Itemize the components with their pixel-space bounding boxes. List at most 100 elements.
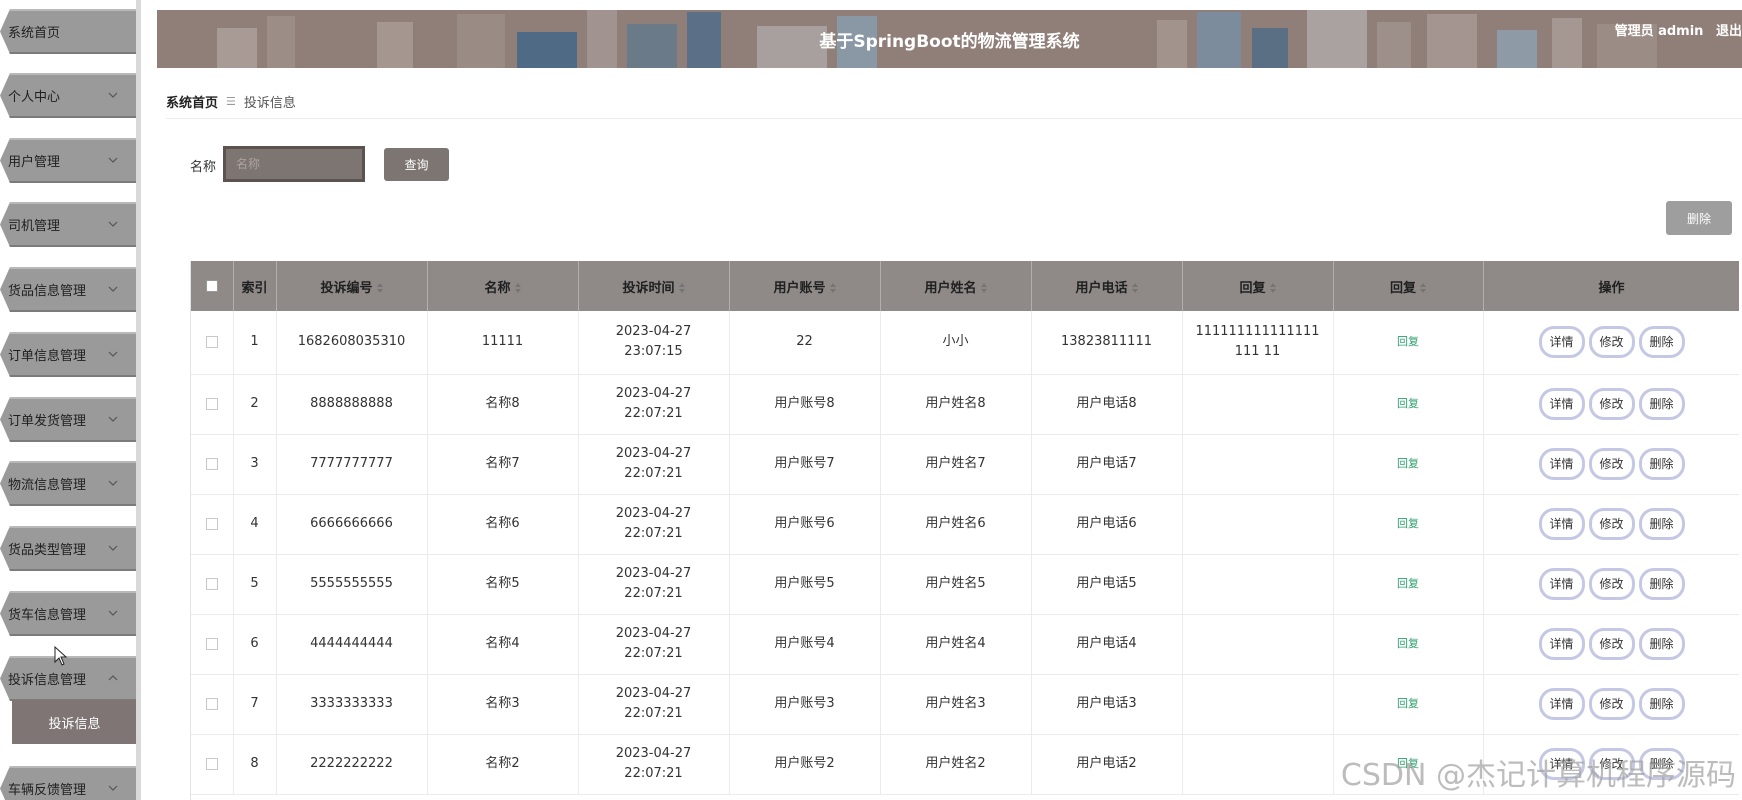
edit-button[interactable]: 修改 (1588, 388, 1635, 420)
search-name-input[interactable] (223, 146, 365, 182)
sort-icon[interactable] (829, 283, 836, 293)
sidebar-item-label: 货品信息管理 (8, 284, 87, 299)
sidebar-item-order-shipping[interactable]: 订单发货管理 (0, 397, 137, 442)
delete-button[interactable]: 删除 (1638, 326, 1685, 359)
column-header-complaint-code[interactable]: 投诉编号 (276, 261, 428, 311)
cell-index: 1 (233, 311, 277, 375)
column-header-user-phone[interactable]: 用户电话 (1031, 261, 1183, 311)
column-header-user-account[interactable]: 用户账号 (729, 261, 881, 311)
detail-button[interactable]: 详情 (1538, 508, 1585, 540)
search-button[interactable]: 查询 (384, 148, 449, 181)
sidebar-item-complaint-info[interactable]: 投诉信息管理 (0, 656, 137, 701)
sidebar: 系统首页 个人中心 用户管理 司机管理 货品信息管理 订单信息管理 订单发货管理… (0, 0, 141, 800)
sort-icon[interactable] (1131, 283, 1138, 293)
edit-button[interactable]: 修改 (1588, 628, 1635, 660)
row-checkbox[interactable] (205, 637, 218, 650)
search-name-label: 名称 (190, 160, 217, 175)
cell-index: 8 (233, 734, 277, 795)
select-all-checkbox[interactable] (205, 280, 218, 292)
cell-name: 名称8 (427, 374, 579, 435)
edit-button[interactable]: 修改 (1588, 448, 1635, 480)
row-checkbox[interactable] (205, 397, 218, 410)
sidebar-item-order-info[interactable]: 订单信息管理 (0, 332, 137, 377)
reply-link[interactable]: 回复 (1397, 637, 1419, 650)
sidebar-item-goods-type[interactable]: 货品类型管理 (0, 526, 137, 571)
reply-link[interactable]: 回复 (1397, 517, 1419, 530)
delete-button[interactable]: 删除 (1638, 388, 1685, 420)
table-row: 1 1682608035310 11111 2023-04-27 23:07:1… (191, 311, 1739, 375)
sidebar-item-vehicle-feedback[interactable]: 车辆反馈管理 (0, 766, 137, 800)
cell-operations: 详情 修改 删除 (1483, 614, 1739, 675)
cell-user-phone: 用户电话6 (1031, 494, 1183, 555)
sidebar-item-logistics-info[interactable]: 物流信息管理 (0, 461, 137, 506)
sidebar-item-users[interactable]: 用户管理 (0, 138, 137, 183)
sort-icon[interactable] (376, 283, 383, 293)
cell-complaint-time: 2023-04-27 22:07:21 (578, 554, 730, 615)
sidebar-item-personal-center[interactable]: 个人中心 (0, 73, 137, 118)
detail-button[interactable]: 详情 (1538, 448, 1585, 480)
reply-link[interactable]: 回复 (1397, 397, 1419, 410)
delete-button[interactable]: 删除 (1638, 688, 1685, 720)
sidebar-item-home[interactable]: 系统首页 (0, 9, 137, 54)
sidebar-item-drivers[interactable]: 司机管理 (0, 202, 137, 247)
detail-button[interactable]: 详情 (1538, 688, 1585, 720)
delete-button[interactable]: 删除 (1638, 568, 1685, 600)
cell-user-phone: 用户电话3 (1031, 674, 1183, 735)
cell-user-account: 用户账号6 (729, 494, 881, 555)
row-checkbox[interactable] (205, 697, 218, 710)
reply-link[interactable]: 回复 (1397, 697, 1419, 710)
column-header-complaint-time[interactable]: 投诉时间 (578, 261, 730, 311)
cell-operations: 详情 修改 删除 (1483, 674, 1739, 735)
header-select-all[interactable] (191, 261, 234, 311)
bulk-delete-button[interactable]: 删除 (1666, 201, 1732, 235)
delete-button[interactable]: 删除 (1638, 628, 1685, 660)
row-checkbox[interactable] (205, 577, 218, 590)
delete-button[interactable]: 删除 (1638, 508, 1685, 540)
sort-icon[interactable] (1269, 283, 1276, 293)
cell-user-phone: 用户电话2 (1031, 734, 1183, 795)
cell-user-name: 用户姓名5 (880, 554, 1032, 615)
cell-user-phone: 用户电话7 (1031, 434, 1183, 495)
detail-button[interactable]: 详情 (1538, 568, 1585, 600)
reply-link[interactable]: 回复 (1397, 457, 1419, 470)
detail-button[interactable]: 详情 (1538, 388, 1585, 420)
row-checkbox[interactable] (205, 517, 218, 530)
sort-icon[interactable] (514, 283, 521, 293)
sidebar-item-truck-info[interactable]: 货车信息管理 (0, 591, 137, 636)
row-checkbox[interactable] (205, 457, 218, 470)
edit-button[interactable]: 修改 (1588, 688, 1635, 720)
logout-link[interactable]: 退出 (1716, 24, 1742, 39)
column-header-reply-content[interactable]: 回复 (1182, 261, 1334, 311)
row-checkbox[interactable] (205, 335, 218, 348)
breadcrumb-home[interactable]: 系统首页 (166, 92, 218, 111)
column-header-reply-action[interactable]: 回复 (1333, 261, 1484, 311)
edit-button[interactable]: 修改 (1588, 508, 1635, 540)
cell-operations: 详情 修改 删除 (1483, 554, 1739, 615)
cell-index: 7 (233, 674, 277, 735)
edit-button[interactable]: 修改 (1588, 326, 1635, 359)
sidebar-item-label: 物流信息管理 (8, 478, 87, 493)
row-checkbox[interactable] (205, 757, 218, 770)
reply-link[interactable]: 回复 (1397, 577, 1419, 590)
sort-icon[interactable] (980, 283, 987, 293)
cell-name: 11111 (427, 311, 579, 375)
column-header-user-name[interactable]: 用户姓名 (880, 261, 1032, 311)
cell-user-phone: 用户电话8 (1031, 374, 1183, 435)
sidebar-item-goods-info[interactable]: 货品信息管理 (0, 267, 137, 312)
reply-link[interactable]: 回复 (1397, 335, 1419, 348)
table-row: 3 7777777777 名称7 2023-04-27 22:07:21 用户账… (191, 434, 1739, 495)
detail-button[interactable]: 详情 (1538, 628, 1585, 660)
column-header-name[interactable]: 名称 (427, 261, 579, 311)
sort-icon[interactable] (678, 283, 685, 293)
edit-button[interactable]: 修改 (1588, 568, 1635, 600)
cell-name: 名称6 (427, 494, 579, 555)
cell-complaint-code: 4444444444 (276, 614, 428, 675)
cell-name: 名称3 (427, 674, 579, 735)
detail-button[interactable]: 详情 (1538, 326, 1585, 359)
delete-button[interactable]: 删除 (1638, 448, 1685, 480)
chevron-down-icon (107, 283, 119, 295)
sort-icon[interactable] (1420, 283, 1426, 293)
breadcrumb: 系统首页 ☰ 投诉信息 (166, 92, 296, 111)
cell-user-phone: 13823811111 (1031, 311, 1183, 375)
sidebar-subitem-complaint-info[interactable]: 投诉信息 (12, 700, 137, 744)
